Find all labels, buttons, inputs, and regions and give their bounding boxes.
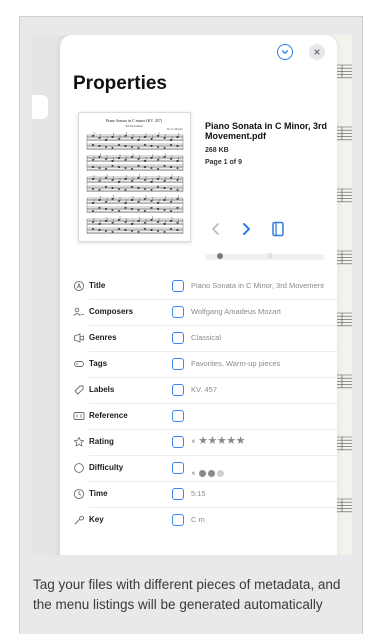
page-dot[interactable]: [217, 253, 223, 259]
page-title: Properties: [73, 73, 167, 94]
star-icon: [73, 436, 85, 448]
file-name: Piano Sonata in C Minor, 3rd Movement.pd…: [205, 121, 328, 141]
next-page-button[interactable]: [240, 222, 252, 241]
property-checkbox-difficulty[interactable]: [172, 462, 184, 474]
composer-icon: [73, 306, 85, 318]
properties-sheet: Properties Piano Sonata in C minor (KV. …: [60, 35, 337, 555]
difficulty-dot[interactable]: [198, 470, 206, 477]
difficulty-dot[interactable]: [216, 470, 224, 477]
thumb-title: Piano Sonata in C minor (KV. 457): [106, 118, 163, 123]
property-row-genres[interactable]: Genres Classical: [60, 326, 337, 352]
clock-icon: [73, 488, 85, 500]
key-icon: [73, 514, 85, 526]
property-row-tags[interactable]: Tags Favorites, Warm-up pieces: [60, 352, 337, 378]
title-icon: [73, 280, 85, 292]
tag-icon: [73, 358, 85, 370]
figure-frame: Properties Piano Sonata in C minor (KV. …: [19, 16, 363, 634]
rating-stars[interactable]: × ★★★★★: [191, 434, 246, 447]
figure-caption: Tag your files with different pieces of …: [33, 577, 341, 612]
chevron-left-icon: [212, 223, 219, 235]
background-sidebar-edge: [32, 95, 48, 119]
open-document-button[interactable]: [271, 221, 285, 242]
thumb-composer: W. A. Mozart: [167, 127, 183, 131]
genre-icon: [73, 332, 85, 344]
thumb-subtitle: 3rd Movement: [125, 124, 143, 128]
property-checkbox-key[interactable]: [172, 514, 184, 526]
property-checkbox-title[interactable]: [172, 280, 184, 292]
property-label: Labels: [89, 385, 115, 394]
property-label: Composers: [89, 307, 134, 316]
property-row-time[interactable]: Time 5:15: [60, 482, 337, 508]
star-icon[interactable]: ★: [208, 435, 218, 447]
property-checkbox-genres[interactable]: [172, 332, 184, 344]
difficulty-dot[interactable]: [207, 470, 215, 477]
label-icon: [73, 384, 85, 396]
circle-icon: [73, 462, 85, 474]
property-label: Key: [89, 515, 104, 524]
property-value-tags[interactable]: Favorites, Warm-up pieces: [191, 359, 280, 368]
property-row-title[interactable]: Title Piano Sonata in C Minor, 3rd Moveme…: [60, 274, 337, 300]
property-value-genres[interactable]: Classical: [191, 333, 221, 342]
chevron-right-icon: [243, 223, 250, 235]
difficulty-dots[interactable]: ×: [191, 463, 226, 481]
chevron-down-icon: [281, 50, 289, 54]
property-checkbox-tags[interactable]: [172, 358, 184, 370]
star-icon[interactable]: ★: [226, 435, 236, 447]
property-label: Tags: [89, 359, 108, 368]
property-row-rating[interactable]: Rating × ★★★★★: [60, 430, 337, 456]
property-label: Time: [89, 489, 108, 498]
previous-page-button[interactable]: [210, 222, 222, 241]
sheet-music-preview: Piano Sonata in C minor (KV. 457) 3rd Mo…: [86, 118, 184, 234]
pdf-thumbnail[interactable]: Piano Sonata in C minor (KV. 457) 3rd Mo…: [78, 112, 191, 242]
property-value-time[interactable]: 5:15: [191, 489, 206, 498]
property-value-composers[interactable]: Wolfgang Amadeus Mozart: [191, 307, 281, 316]
app-screenshot: Properties Piano Sonata in C minor (KV. …: [32, 35, 352, 555]
property-label: Title: [89, 281, 106, 290]
property-row-key[interactable]: Key C m: [60, 508, 337, 534]
property-row-composers[interactable]: Composers Wolfgang Amadeus Mozart: [60, 300, 337, 326]
property-checkbox-reference[interactable]: [172, 410, 184, 422]
page-indicator: Page 1 of 9: [205, 159, 242, 166]
close-button[interactable]: [309, 44, 325, 60]
clear-difficulty-icon[interactable]: ×: [191, 469, 196, 478]
star-icon[interactable]: ★: [236, 435, 246, 447]
file-size: 268 KB: [205, 147, 229, 154]
close-icon: [314, 49, 320, 55]
collapse-button[interactable]: [277, 44, 293, 60]
reference-icon: [73, 410, 85, 422]
property-label: Genres: [89, 333, 117, 342]
property-row-reference[interactable]: Reference: [60, 404, 337, 430]
property-checkbox-labels[interactable]: [172, 384, 184, 396]
page-scroller[interactable]: [205, 253, 325, 260]
property-checkbox-rating[interactable]: [172, 436, 184, 448]
property-checkbox-composers[interactable]: [172, 306, 184, 318]
clear-rating-icon[interactable]: ×: [191, 437, 196, 446]
property-checkbox-time[interactable]: [172, 488, 184, 500]
page-dot[interactable]: [267, 253, 273, 259]
property-value-labels[interactable]: KV. 457: [191, 385, 217, 394]
property-row-labels[interactable]: Labels KV. 457: [60, 378, 337, 404]
property-value-key[interactable]: C m: [191, 515, 205, 524]
property-label: Rating: [89, 437, 114, 446]
star-icon[interactable]: ★: [217, 435, 227, 447]
property-row-difficulty[interactable]: Difficulty ×: [60, 456, 337, 482]
star-icon[interactable]: ★: [198, 435, 208, 447]
property-label: Difficulty: [89, 463, 124, 472]
property-label: Reference: [89, 411, 128, 420]
property-value-title[interactable]: Piano Sonata in C Minor, 3rd Movement: [191, 281, 324, 290]
book-icon: [272, 221, 284, 237]
